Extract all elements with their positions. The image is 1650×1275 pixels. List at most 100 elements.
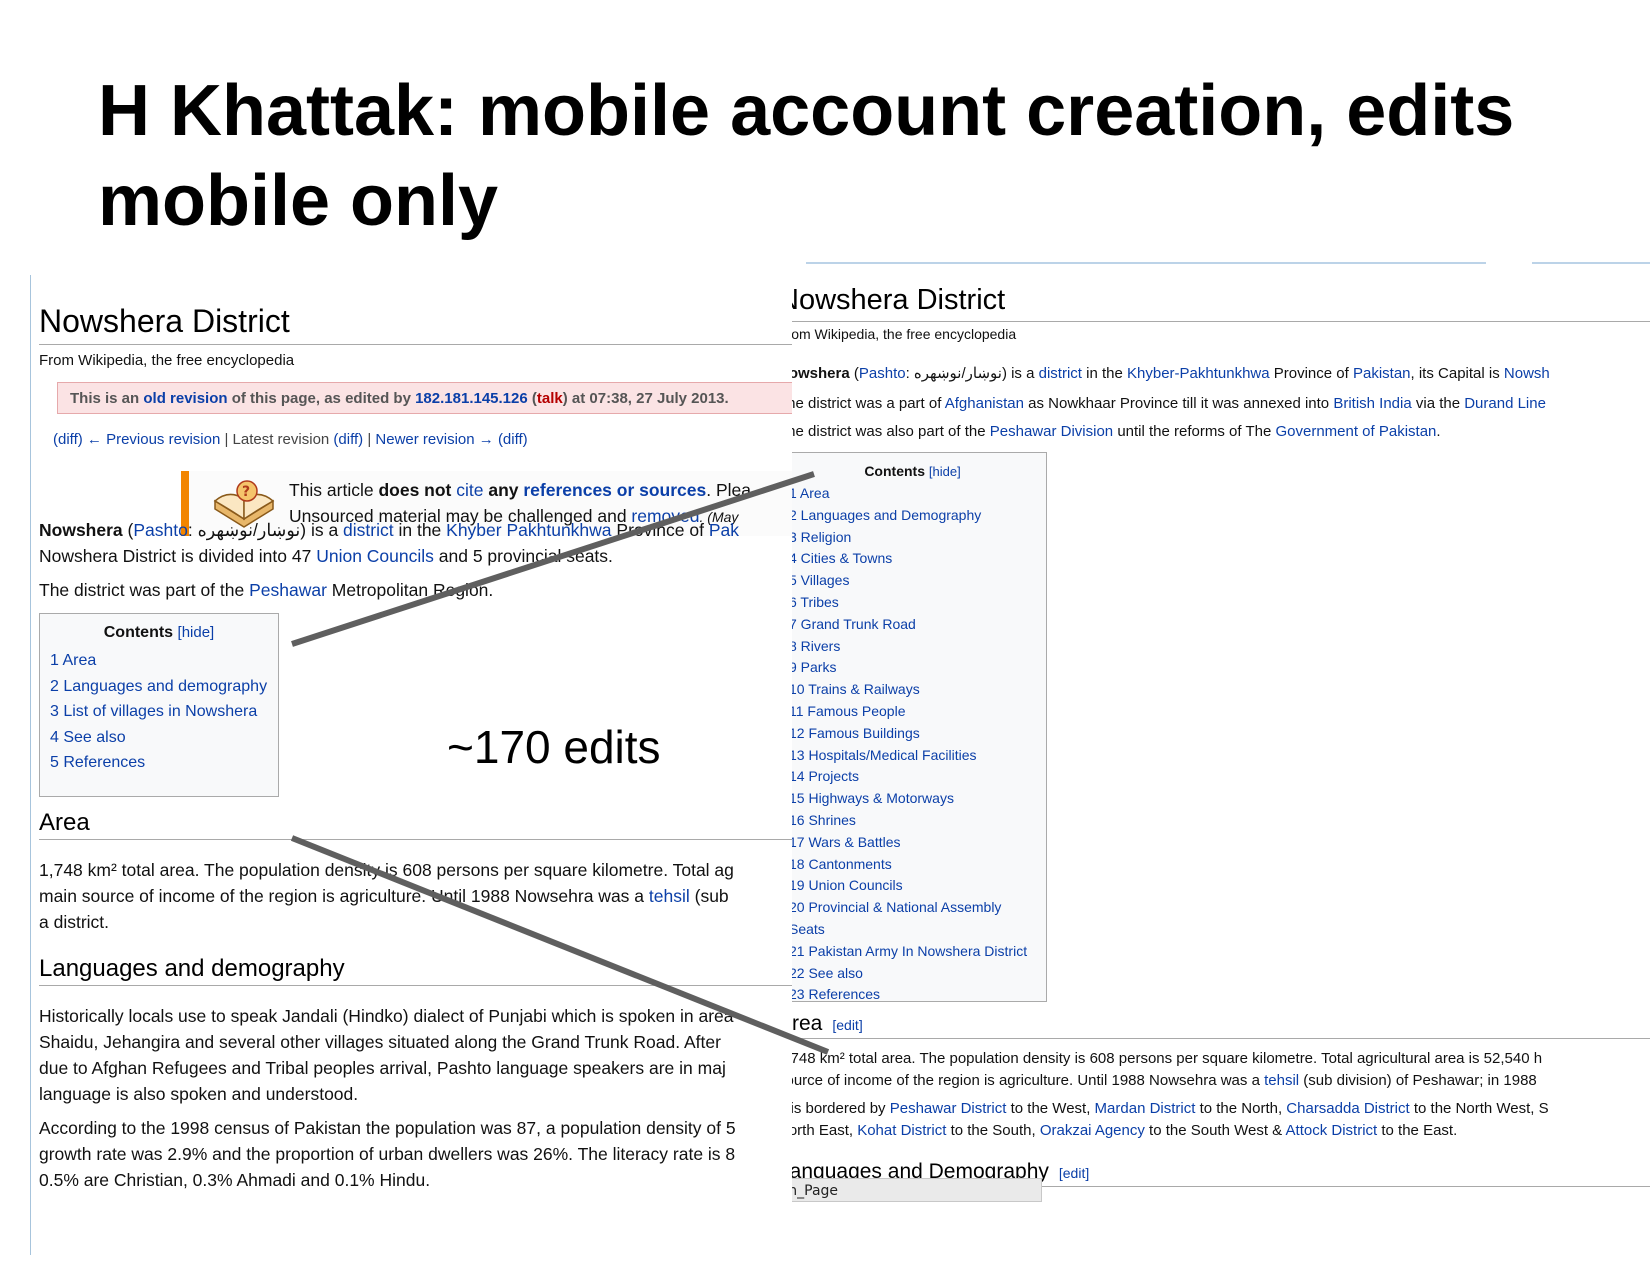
toc-item[interactable]: 1 Area [792,483,1036,505]
toc-hide-link[interactable]: [hide] [929,464,961,479]
toc-item[interactable]: 1 Area [50,648,268,674]
oldrev-text: of this page, as edited by [227,390,416,407]
kpk-link[interactable]: Khyber Pakhtunkhwa [446,520,611,540]
text: Province of [1269,365,1353,382]
toc-item[interactable]: 2 Languages and Demography [792,505,1036,527]
right-screenshot: Nowshera District From Wikipedia, the fr… [792,262,1650,1258]
article-subject: Nowshera [792,365,850,382]
toc-item[interactable]: 22 See also [792,963,1036,985]
toc-item[interactable]: 19 Union Councils [792,875,1036,897]
toc-hide-link[interactable]: [hide] [178,624,215,641]
text: (sub division) of Peshawar; in 1988 [1299,1072,1537,1089]
table-of-contents: Contents [hide] 1 Area 2 Languages and d… [39,613,279,797]
toc-item[interactable]: 21 Pakistan Army In Nowshera District [792,941,1036,963]
toc-item[interactable]: 18 Cantonments [792,854,1036,876]
afghanistan-link[interactable]: Afghanistan [945,395,1024,412]
mardan-district-link[interactable]: Mardan District [1095,1100,1196,1117]
text: to the North, [1195,1100,1287,1117]
nowshera-link[interactable]: Nowsh [1504,365,1550,382]
diff-link[interactable]: (diff) [333,431,363,448]
text: in the [393,520,447,540]
diff-link[interactable]: (diff) [498,431,528,448]
toc-item[interactable]: 13 Hospitals/Medical Facilities [792,745,1036,767]
area-paragraph: 1,748 km² total area. The population den… [39,857,734,935]
text: 1,748 km² total area. The population den… [792,1050,1543,1067]
tehsil-link[interactable]: tehsil [649,886,690,906]
newer-revision-link[interactable]: Newer revision → [375,431,493,448]
text: 0.5% are Christian, 0.3% Ahmadi and 0.1%… [39,1170,431,1190]
edit-section-link[interactable]: [edit] [832,1017,862,1033]
left-screenshot: Nowshera District From Wikipedia, the fr… [30,275,793,1255]
text: Historically locals use to speak Jandali… [39,1006,734,1026]
toc-item[interactable]: 14 Projects [792,766,1036,788]
peshawar-district-link[interactable]: Peshawar District [890,1100,1007,1117]
toc-title: Contents [103,624,174,641]
durand-line-link[interactable]: Durand Line [1464,395,1546,412]
toc-item[interactable]: 10 Trains & Railways [792,679,1036,701]
union-councils-link[interactable]: Union Councils [316,546,434,566]
district-link[interactable]: district [343,520,394,540]
talk-link[interactable]: talk [537,390,563,407]
toc-item[interactable]: 2 Languages and demography [50,674,268,700]
diff-link[interactable]: (diff) [53,431,83,448]
orakzai-agency-link[interactable]: Orakzai Agency [1040,1122,1145,1139]
government-link[interactable]: Government of Pakistan [1275,423,1436,440]
revision-nav: (diff) ← Previous revision | Latest revi… [53,431,528,448]
kpk-link[interactable]: Khyber-Pakhtunkhwa [1127,365,1270,382]
toc-item[interactable]: 8 Rivers [792,636,1036,658]
cite-link[interactable]: cite [456,480,483,500]
text: The district was a part of [792,395,945,412]
toc-item[interactable]: 16 Shrines [792,810,1036,832]
pakistan-link[interactable]: Pakistan [1353,365,1411,382]
text: Metropolitan Region. [326,580,494,600]
toc-item[interactable]: 5 Villages [792,570,1036,592]
edit-section-link[interactable]: [edit] [1059,1165,1089,1181]
pashto-link[interactable]: Pashto [133,520,187,540]
peshawar-division-link[interactable]: Peshawar Division [990,423,1113,440]
borders-paragraph: It is bordered by Peshawar District to t… [792,1098,1549,1142]
text: 1,748 km² total area. The population den… [39,860,734,880]
previous-revision-link[interactable]: ← Previous revision [87,431,220,448]
toc-item[interactable]: 23 References [792,984,1036,1006]
toc-item[interactable]: 5 References [50,750,268,776]
charsadda-district-link[interactable]: Charsadda District [1286,1100,1409,1117]
tehsil-link[interactable]: tehsil [1264,1072,1299,1089]
toc-item[interactable]: 3 List of villages in Nowshera [50,699,268,725]
ip-link[interactable]: 182.181.145.126 [415,390,528,407]
page-title: Nowshera District [39,303,793,345]
text: It is bordered by [792,1100,886,1117]
toc-item[interactable]: 4 See also [50,725,268,751]
references-link[interactable]: references or sources [523,480,706,500]
toc-item[interactable]: 9 Parks [792,657,1036,679]
toc-heading: Contents [hide] [50,624,268,642]
toc-item[interactable]: 3 Religion [792,527,1036,549]
text: source of income of the region is agricu… [792,1072,1265,1089]
text: language is also spoken and understood. [39,1084,359,1104]
text: The district was part of the [39,580,250,600]
svg-text:?: ? [242,484,250,500]
toc-item[interactable]: 20 Provincial & National Assembly Seats [792,897,1036,941]
kohat-district-link[interactable]: Kohat District [857,1122,946,1139]
toc-item[interactable]: 11 Famous People [792,701,1036,723]
old-revision-banner: This is an old revision of this page, as… [57,382,793,414]
notice-seg: . Plea [706,480,752,500]
toc-item[interactable]: 17 Wars & Battles [792,832,1036,854]
attock-district-link[interactable]: Attock District [1286,1122,1378,1139]
pakistan-link[interactable]: Pak [709,520,739,540]
toc-item[interactable]: 7 Grand Trunk Road [792,614,1036,636]
district-link[interactable]: district [1039,365,1082,382]
pashto-link[interactable]: Pashto [859,365,906,382]
toc-item[interactable]: 12 Famous Buildings [792,723,1036,745]
toc-item[interactable]: 4 Cities & Towns [792,548,1036,570]
text: to the South, [946,1122,1040,1139]
divider [1532,262,1650,264]
region-paragraph: The district was part of the Peshawar Me… [39,577,493,603]
old-revision-link[interactable]: old revision [143,390,227,407]
toc-item[interactable]: 15 Highways & Motorways [792,788,1036,810]
tagline: From Wikipedia, the free encyclopedia [792,326,1017,342]
area-heading: Area [edit] [792,1012,1650,1039]
peshawar-link[interactable]: Peshawar [249,580,327,600]
british-india-link[interactable]: British India [1333,395,1411,412]
toc-item[interactable]: 6 Tribes [792,592,1036,614]
text: until the reforms of The [1113,423,1276,440]
